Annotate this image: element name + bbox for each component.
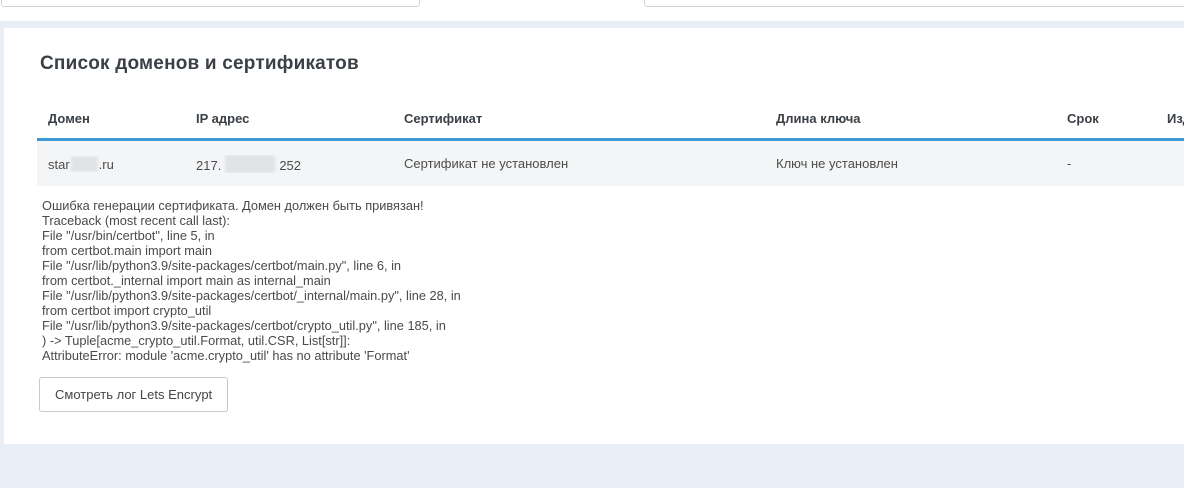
top-input-left[interactable]	[1, 0, 420, 7]
domains-table: Домен IP адрес Сертификат Длина ключа Ср…	[37, 97, 1184, 186]
traceback-line: File "/usr/lib/python3.9/site-packages/c…	[42, 318, 1184, 333]
traceback-line: from certbot._internal import main as in…	[42, 273, 1184, 288]
traceback-line: File "/usr/lib/python3.9/site-packages/c…	[42, 288, 1184, 303]
domains-certificates-panel: Список доменов и сертификатов Домен IP а…	[4, 28, 1184, 444]
cell-key-length: Ключ не установлен	[765, 156, 1056, 171]
traceback-line: Traceback (most recent call last):	[42, 213, 1184, 228]
view-lets-encrypt-log-button[interactable]: Смотреть лог Lets Encrypt	[39, 377, 228, 412]
table-header-row: Домен IP адрес Сертификат Длина ключа Ср…	[37, 97, 1184, 141]
column-header-domain: Домен	[37, 97, 185, 138]
column-header-key-length: Длина ключа	[765, 97, 1056, 138]
traceback-line: ) -> Tuple[acme_crypto_util.Format, util…	[42, 333, 1184, 348]
column-header-term: Срок	[1056, 97, 1156, 138]
column-header-issuer: Изд	[1156, 97, 1184, 138]
traceback-line: File "/usr/bin/certbot", line 5, in	[42, 228, 1184, 243]
traceback-line: AttributeError: module 'acme.crypto_util…	[42, 348, 1184, 363]
top-input-right[interactable]	[644, 0, 1184, 7]
column-header-ip: IP адрес	[185, 97, 393, 138]
cell-certificate: Сертификат не установлен	[393, 156, 765, 171]
cell-domain: star .ru	[37, 156, 185, 172]
table-row[interactable]: star .ru 217. 252 Сертификат не установлен…	[37, 141, 1184, 186]
certificate-error-traceback: Ошибка генерации сертификата. Домен долж…	[42, 198, 1184, 363]
traceback-line: from certbot.main import main	[42, 243, 1184, 258]
ip-prefix: 217.	[196, 158, 221, 173]
redacted-domain-blur	[71, 156, 98, 172]
top-toolbar	[0, 0, 1184, 21]
column-header-certificate: Сертификат	[393, 97, 765, 138]
traceback-line: from certbot import crypto_util	[42, 303, 1184, 318]
domain-prefix: star	[48, 157, 70, 172]
ip-suffix: 252	[279, 158, 301, 173]
traceback-line: Ошибка генерации сертификата. Домен долж…	[42, 198, 1184, 213]
page-title: Список доменов и сертификатов	[40, 53, 1184, 75]
cell-ip: 217. 252	[185, 155, 393, 173]
traceback-line: File "/usr/lib/python3.9/site-packages/c…	[42, 258, 1184, 273]
cell-term: -	[1056, 156, 1156, 171]
redacted-ip-blur	[225, 155, 275, 173]
domain-suffix: .ru	[99, 157, 114, 172]
